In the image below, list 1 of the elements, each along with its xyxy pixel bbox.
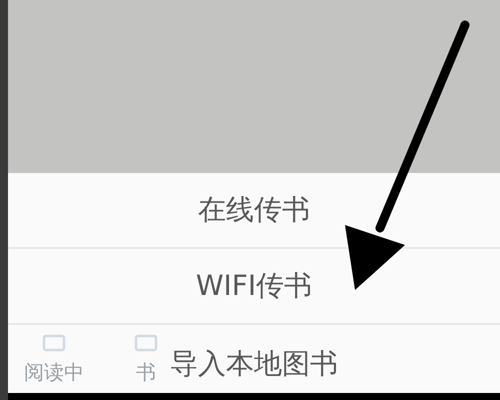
book-icon	[42, 332, 66, 352]
